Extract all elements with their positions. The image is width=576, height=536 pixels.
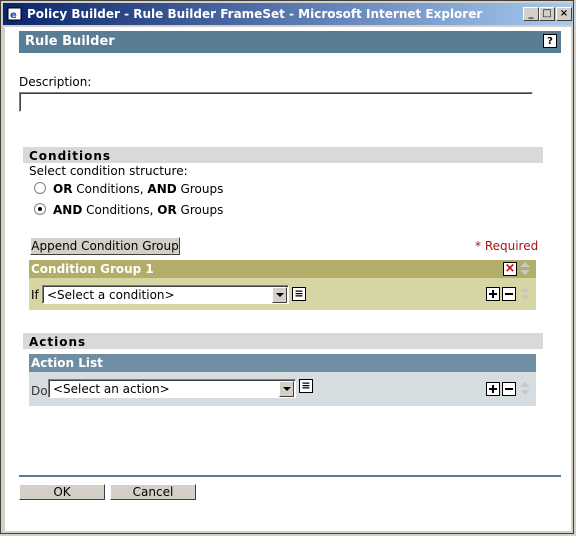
minimize-button[interactable]: _ xyxy=(523,7,539,21)
add-action-icon[interactable] xyxy=(486,382,500,396)
radio-or-conditions[interactable] xyxy=(34,182,46,194)
close-icon: × xyxy=(559,8,569,19)
chevron-down-icon xyxy=(272,287,287,303)
action-list-body: Do <Select an action> ≡ xyxy=(29,372,536,406)
move-condition-icon[interactable] xyxy=(519,286,531,302)
conditions-section-title: Conditions xyxy=(29,149,112,163)
add-condition-icon[interactable] xyxy=(486,287,500,301)
move-group-icon[interactable] xyxy=(519,261,531,277)
condition-select[interactable]: <Select a condition> xyxy=(42,285,289,304)
action-list-title: Action List xyxy=(31,356,103,370)
page-header: Rule Builder ? xyxy=(19,31,561,53)
delete-group-icon[interactable]: × xyxy=(503,262,517,276)
action-select-value: <Select an action> xyxy=(53,382,170,396)
condition-group-header: Condition Group 1 × xyxy=(29,260,536,278)
internet-explorer-icon: e xyxy=(7,7,22,21)
browser-window: e Policy Builder - Rule Builder FrameSet… xyxy=(0,0,574,534)
window-title: Policy Builder - Rule Builder FrameSet -… xyxy=(27,7,483,21)
radio-and-conditions-label: AND Conditions, OR Groups xyxy=(53,203,224,217)
condition-editor-icon[interactable]: ≡ xyxy=(292,287,306,301)
description-label: Description: xyxy=(19,75,92,89)
description-input[interactable] xyxy=(19,92,533,112)
chevron-down-icon xyxy=(279,381,294,397)
condition-select-value: <Select a condition> xyxy=(47,288,175,302)
action-editor-icon[interactable]: ≡ xyxy=(299,379,313,393)
conditions-section-header: Conditions xyxy=(23,147,543,163)
actions-section-title: Actions xyxy=(29,335,87,349)
footer-divider xyxy=(19,475,561,477)
if-label: If xyxy=(31,288,39,302)
move-action-icon[interactable] xyxy=(519,381,531,397)
required-note: * Required xyxy=(475,239,539,253)
maximize-icon: □ xyxy=(542,8,552,19)
radio-or-conditions-label: OR Conditions, AND Groups xyxy=(53,182,224,196)
radio-and-conditions[interactable] xyxy=(34,203,46,215)
minimize-icon: _ xyxy=(528,8,534,19)
remove-condition-icon[interactable] xyxy=(502,287,516,301)
remove-action-icon[interactable] xyxy=(502,382,516,396)
maximize-button[interactable]: □ xyxy=(539,7,555,21)
append-condition-group-button[interactable]: Append Condition Group xyxy=(30,237,180,255)
help-icon[interactable]: ? xyxy=(543,34,557,48)
page-content: Rule Builder ? Description: Conditions S… xyxy=(5,27,571,531)
title-bar: e Policy Builder - Rule Builder FrameSet… xyxy=(3,3,573,25)
condition-group-body: If <Select a condition> ≡ xyxy=(29,278,536,310)
do-label: Do xyxy=(31,384,48,398)
page-title: Rule Builder xyxy=(25,34,115,49)
close-button[interactable]: × xyxy=(556,7,572,21)
action-select[interactable]: <Select an action> xyxy=(48,379,296,398)
action-list-header: Action List xyxy=(29,354,536,372)
svg-text:e: e xyxy=(10,10,17,21)
ok-button[interactable]: OK xyxy=(19,484,105,500)
cancel-button[interactable]: Cancel xyxy=(110,484,196,500)
condition-group-title: Condition Group 1 xyxy=(31,262,154,276)
actions-section-header: Actions xyxy=(23,333,543,349)
condition-structure-label: Select condition structure: xyxy=(29,164,188,178)
